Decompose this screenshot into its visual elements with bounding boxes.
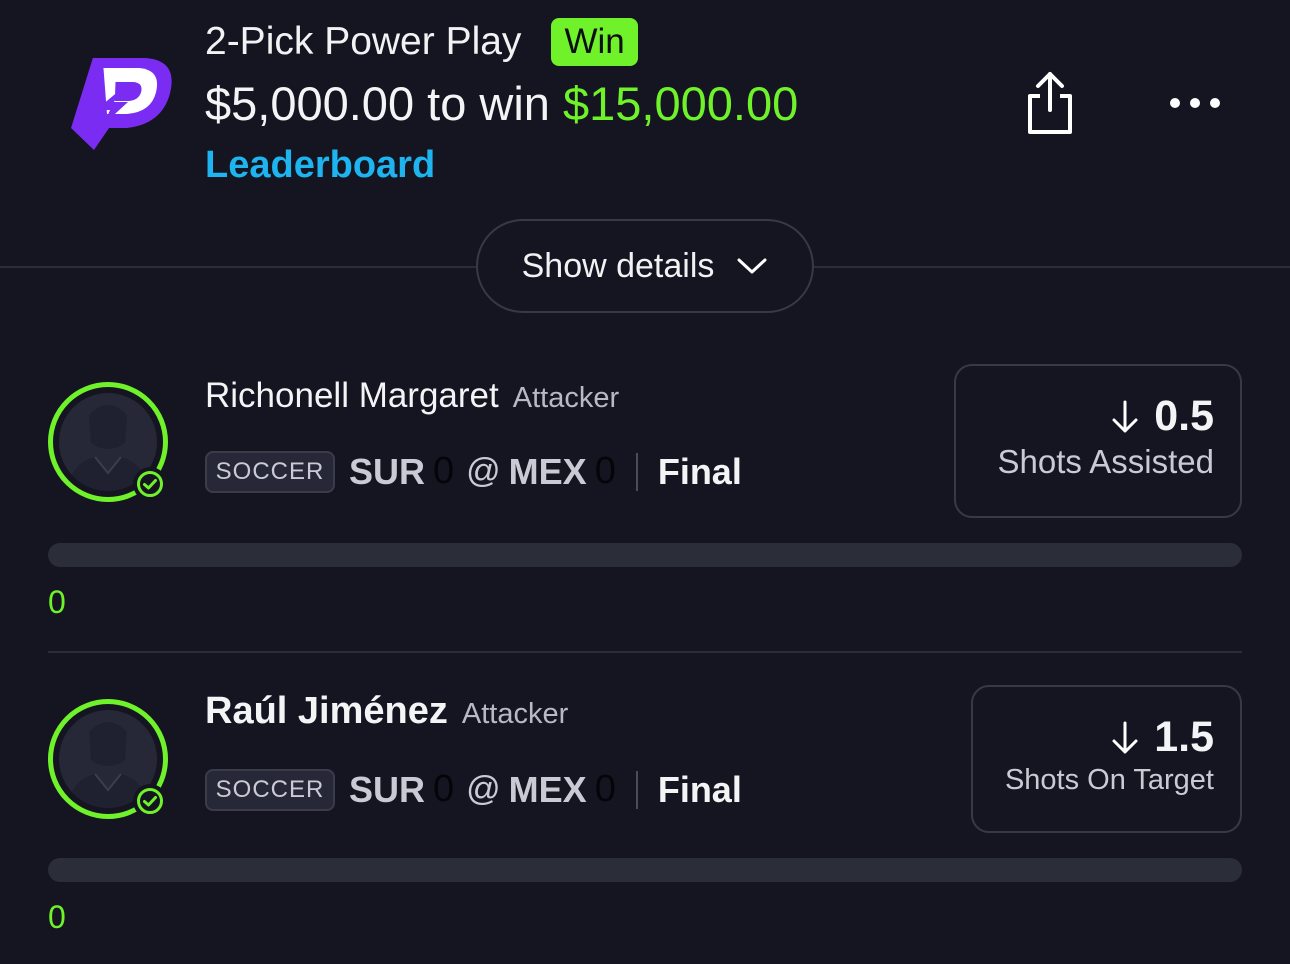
show-details-label: Show details <box>521 246 715 285</box>
to-win-label: to win <box>427 77 550 130</box>
game-status: Final <box>657 768 742 810</box>
avatar <box>48 382 168 502</box>
player-name-row: Raúl Jiménez Attacker <box>205 690 568 733</box>
player-position: Attacker <box>512 382 620 414</box>
title-row: 2-Pick Power Play Win <box>205 14 798 70</box>
stake-amount: $5,000.00 <box>205 77 415 130</box>
line-value: 0.5 <box>1154 392 1214 440</box>
chevron-down-icon <box>737 258 767 274</box>
away-score: 0 <box>433 768 455 810</box>
home-team: MEX <box>508 450 587 492</box>
payout-amount: $15,000.00 <box>563 77 799 130</box>
leaderboard-link[interactable]: Leaderboard <box>205 140 798 190</box>
stat-name: Shots Assisted <box>997 443 1214 480</box>
away-team: SUR <box>349 768 426 810</box>
progress-bar <box>48 543 1242 567</box>
show-details-button[interactable]: Show details <box>476 219 814 313</box>
prizepicks-logo <box>71 58 172 150</box>
away-team: SUR <box>349 450 426 492</box>
arrow-down-icon <box>1112 400 1138 432</box>
player-name: Richonell Margaret <box>205 376 499 415</box>
stake-row: $5,000.00 to win $15,000.00 <box>205 74 798 134</box>
entry-title: 2-Pick Power Play <box>205 20 522 63</box>
player-name: Raúl Jiménez <box>205 690 448 732</box>
home-team: MEX <box>508 768 587 810</box>
home-score: 0 <box>594 768 616 810</box>
entry-header: 2-Pick Power Play Win $5,000.00 to win $… <box>205 14 798 190</box>
sport-badge: SOCCER <box>205 768 335 811</box>
projection-box[interactable]: 0.5 Shots Assisted <box>954 364 1242 518</box>
at-symbol: @ <box>466 452 501 490</box>
line-value: 1.5 <box>1154 713 1214 761</box>
avatar <box>48 699 168 819</box>
separator <box>635 770 638 809</box>
at-symbol: @ <box>466 770 501 808</box>
game-info-row: SOCCER SUR 0 @ MEX 0 Final <box>205 768 742 811</box>
arrow-down-icon <box>1112 721 1138 753</box>
entry-detail-screen: 2-Pick Power Play Win $5,000.00 to win $… <box>0 0 1290 964</box>
more-icon[interactable] <box>1165 88 1225 118</box>
stat-name: Shots On Target <box>1004 764 1214 796</box>
projection-line: 1.5 <box>973 713 1214 762</box>
player-position: Attacker <box>461 698 569 730</box>
check-circle-icon <box>133 467 167 501</box>
away-score: 0 <box>433 450 455 492</box>
player-name-row: Richonell Margaret Attacker <box>205 376 619 416</box>
current-value: 0 <box>48 584 66 620</box>
game-status: Final <box>657 450 742 492</box>
progress-bar <box>48 858 1242 882</box>
game-info-row: SOCCER SUR 0 @ MEX 0 Final <box>205 450 742 493</box>
result-badge: Win <box>551 18 638 66</box>
projection-line: 0.5 <box>956 392 1214 441</box>
pick-divider <box>48 651 1242 653</box>
share-icon[interactable] <box>1020 70 1080 136</box>
current-value: 0 <box>48 899 66 935</box>
home-score: 0 <box>594 450 616 492</box>
separator <box>635 452 638 491</box>
sport-badge: SOCCER <box>205 450 335 493</box>
projection-box[interactable]: 1.5 Shots On Target <box>971 685 1242 833</box>
check-circle-icon <box>133 784 167 818</box>
